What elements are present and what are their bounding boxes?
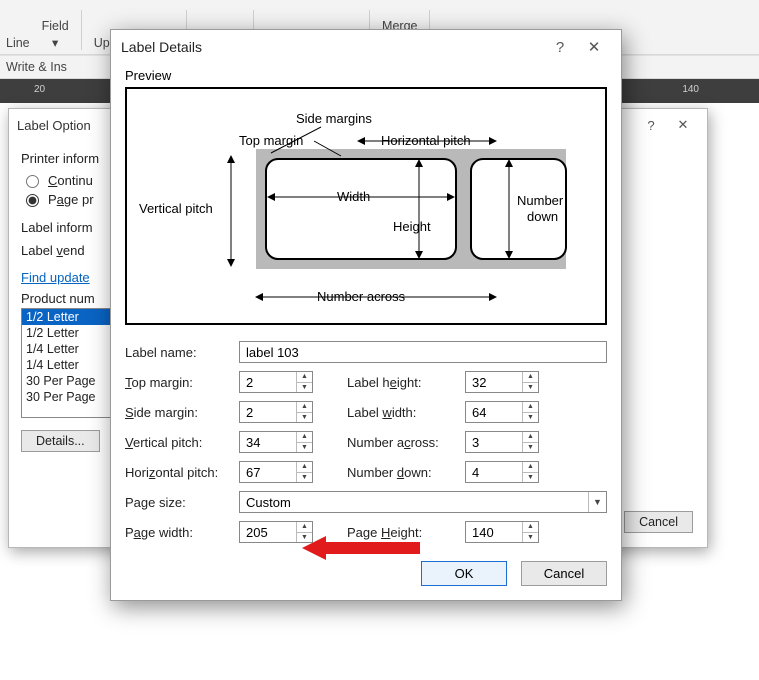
spinner-up-icon: ▲ (297, 372, 312, 383)
preview-diagram: Side margins Top margin Horizontal pitch… (125, 87, 607, 325)
side-margin-input[interactable]: ▲▼ (239, 401, 313, 423)
number-across-input[interactable]: ▲▼ (465, 431, 539, 453)
label-width-input[interactable]: ▲▼ (465, 401, 539, 423)
preview-label: Preview (125, 68, 607, 83)
ribbon-write-ins: Write & Ins (6, 60, 67, 74)
lbl-top-margin: Top margin: (125, 375, 239, 390)
options-title: Label Option (17, 118, 91, 133)
details-title: Label Details (121, 39, 202, 55)
number-down-input[interactable]: ▲▼ (465, 461, 539, 483)
list-item: 30 Per Page (22, 373, 116, 389)
list-item: 1/2 Letter (22, 325, 116, 341)
product-listbox[interactable]: 1/2 Letter 1/2 Letter 1/4 Letter 1/4 Let… (21, 308, 117, 418)
lbl-vertical-pitch: Vertical pitch: (125, 435, 239, 450)
details-button[interactable]: Details... (21, 430, 100, 452)
lbl-page-size: Page size: (125, 495, 239, 510)
svg-text:Height: Height (393, 219, 431, 234)
options-cancel-button[interactable]: Cancel (624, 511, 693, 533)
lbl-side-margin: Side margin: (125, 405, 239, 420)
page-width-input[interactable]: ▲▼ (239, 521, 313, 543)
label-details-dialog: Label Details ? ✕ Preview Side margins T… (110, 29, 622, 601)
svg-text:Vertical pitch: Vertical pitch (139, 201, 213, 216)
list-item: 1/4 Letter (22, 341, 116, 357)
lbl-page-width: Page width: (125, 525, 239, 540)
spinner-down-icon: ▼ (297, 383, 312, 393)
list-item: 30 Per Page (22, 389, 116, 405)
details-help-button[interactable]: ? (543, 39, 577, 56)
lbl-number-down: Number down: (347, 465, 465, 480)
details-close-button[interactable]: ✕ (577, 38, 611, 56)
cancel-button[interactable]: Cancel (521, 561, 607, 586)
options-close-button[interactable]: ✕ (667, 117, 699, 133)
svg-text:Top margin: Top margin (239, 133, 303, 148)
options-help-button[interactable]: ? (635, 118, 667, 133)
page-height-input[interactable]: ▲▼ (465, 521, 539, 543)
lbl-number-across: Number across: (347, 435, 465, 450)
svg-text:Side margins: Side margins (296, 111, 372, 126)
list-item: 1/4 Letter (22, 357, 116, 373)
lbl-label-height: Label height: (347, 375, 465, 390)
lbl-label-name: Label name: (125, 345, 239, 360)
svg-text:Number: Number (517, 193, 564, 208)
svg-text:down: down (527, 209, 558, 224)
label-name-input[interactable] (239, 341, 607, 363)
page-size-combo[interactable]: Custom ▼ (239, 491, 607, 513)
top-margin-input[interactable]: ▲▼ (239, 371, 313, 393)
horizontal-pitch-input[interactable]: ▲▼ (239, 461, 313, 483)
label-height-input[interactable]: ▲▼ (465, 371, 539, 393)
lbl-horizontal-pitch: Horizontal pitch: (125, 465, 239, 480)
lbl-page-height: Page Height: (347, 525, 465, 540)
lbl-label-width: Label width: (347, 405, 465, 420)
ribbon-field[interactable]: Field ▾ (42, 19, 69, 50)
list-item: 1/2 Letter (22, 309, 116, 325)
vertical-pitch-input[interactable]: ▲▼ (239, 431, 313, 453)
ok-button[interactable]: OK (421, 561, 507, 586)
ribbon-line[interactable]: Line (6, 36, 30, 50)
chevron-down-icon: ▼ (588, 492, 606, 512)
